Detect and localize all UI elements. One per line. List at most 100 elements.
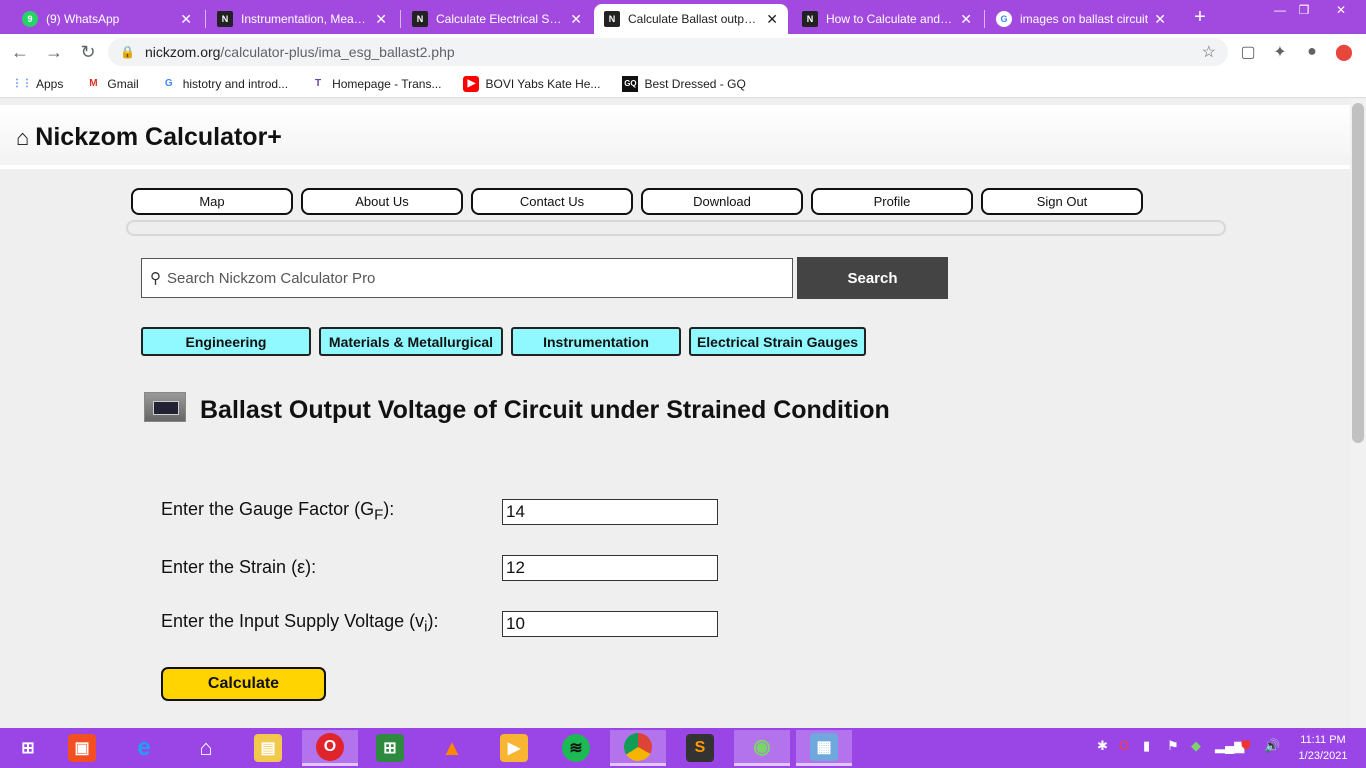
- apps-grid-icon: ⋮⋮: [12, 78, 32, 89]
- taskbar-media-player[interactable]: ▶: [486, 730, 542, 766]
- home-icon: ⌂: [16, 124, 30, 150]
- category-strain-gauges-button[interactable]: Electrical Strain Gauges: [689, 327, 866, 356]
- forward-arrow-icon[interactable]: →: [42, 40, 66, 64]
- site-brand[interactable]: ⌂ Nickzom Calculator+: [16, 123, 282, 152]
- vlc-cone-icon: ▲: [441, 735, 463, 760]
- nav-download-button[interactable]: Download: [641, 188, 803, 215]
- close-icon[interactable]: ✕: [375, 12, 387, 26]
- nav-contact-button[interactable]: Contact Us: [471, 188, 633, 215]
- tab-instrumentation[interactable]: N Instrumentation, Measur ✕: [207, 4, 397, 34]
- close-icon[interactable]: ✕: [960, 12, 972, 26]
- opera-tray-icon[interactable]: O: [1119, 738, 1129, 753]
- security-tray-icon[interactable]: ⚑: [1167, 738, 1179, 754]
- tab-whatsapp[interactable]: 9 (9) WhatsApp ✕: [12, 4, 202, 34]
- taskbar-store[interactable]: ⊞: [362, 730, 418, 766]
- extension-page-icon[interactable]: ▢: [1238, 42, 1258, 62]
- opera-icon: O: [316, 732, 344, 761]
- bookmark-homepage[interactable]: T Homepage - Trans...: [310, 76, 441, 92]
- supply-voltage-label: Enter the Input Supply Voltage (vi):: [161, 611, 439, 636]
- tab-title: Calculate Electrical Strain: [436, 12, 565, 26]
- tab-title: images on ballast circuit: [1020, 12, 1149, 26]
- close-icon[interactable]: ✕: [1154, 12, 1166, 26]
- nav-profile-button[interactable]: Profile: [811, 188, 973, 215]
- bookmark-youtube[interactable]: ▶ BOVI Yabs Kate He...: [463, 75, 600, 92]
- label-end: ):: [427, 611, 439, 631]
- chrome-icon: [624, 732, 652, 761]
- bookmark-history[interactable]: G histotry and introd...: [161, 76, 288, 92]
- search-input[interactable]: ⚲ Search Nickzom Calculator Pro: [141, 258, 793, 298]
- strain-input[interactable]: 12: [502, 555, 718, 581]
- lock-icon: 🔒: [120, 45, 135, 59]
- close-icon[interactable]: ✕: [570, 12, 582, 26]
- bookmark-gmail[interactable]: M Gmail: [85, 76, 139, 92]
- tab-google-images[interactable]: G images on ballast circuit ✕: [986, 4, 1176, 34]
- tab-separator: [984, 10, 985, 28]
- search-icon: ⚲: [150, 270, 161, 287]
- browser-toolbar: ← → ↻ 🔒 nickzom.org/calculator-plus/ima_…: [0, 34, 1366, 70]
- scrollbar-thumb[interactable]: [1352, 103, 1364, 443]
- bookmark-star-icon[interactable]: ☆: [1202, 42, 1216, 62]
- back-arrow-icon[interactable]: ←: [8, 40, 32, 64]
- taskbar-opera[interactable]: O: [302, 730, 358, 766]
- strain-label: Enter the Strain (ε):: [161, 557, 316, 578]
- close-icon[interactable]: ✕: [766, 12, 778, 26]
- taskbar-globe-app[interactable]: ◉: [734, 730, 790, 766]
- extensions-puzzle-icon[interactable]: ✦: [1270, 42, 1290, 62]
- taskbar-vlc[interactable]: ▲: [424, 730, 480, 766]
- taskbar-sublime[interactable]: S: [672, 730, 728, 766]
- update-icon[interactable]: ⬤: [1334, 42, 1354, 62]
- taskbar-spotify[interactable]: ≋: [548, 730, 604, 766]
- nav-map-button[interactable]: Map: [131, 188, 293, 215]
- nav-signout-button[interactable]: Sign Out: [981, 188, 1143, 215]
- volume-icon[interactable]: 🔊: [1264, 738, 1280, 754]
- globe-icon: ◉: [753, 736, 771, 758]
- tab-how-to-calculate[interactable]: N How to Calculate and So ✕: [792, 4, 982, 34]
- bookmark-apps[interactable]: ⋮⋮ Apps: [12, 76, 63, 92]
- category-materials-button[interactable]: Materials & Metallurgical: [319, 327, 503, 356]
- tab-ballast-output-active[interactable]: N Calculate Ballast output v ✕: [594, 4, 788, 34]
- battery-device-icon[interactable]: ▮: [1143, 738, 1150, 754]
- restore-icon[interactable]: ❐: [1292, 0, 1316, 20]
- page-scrollbar[interactable]: [1350, 99, 1366, 728]
- nav-about-button[interactable]: About Us: [301, 188, 463, 215]
- windows-taskbar: ⊞ ▣ e ⌂ ▤ O ⊞ ▲ ▶ ≋ S ◉ ▦ ✱ O ▮ ⚑ ◆ ▂▄▆ …: [0, 728, 1366, 768]
- gauge-factor-label: Enter the Gauge Factor (GF):: [161, 499, 394, 524]
- minimize-icon[interactable]: —: [1268, 0, 1292, 20]
- tab-electrical-strain[interactable]: N Calculate Electrical Strain ✕: [402, 4, 592, 34]
- internet-explorer-icon: e: [137, 734, 151, 761]
- network-tray-icon[interactable]: ◆: [1191, 738, 1201, 754]
- address-bar[interactable]: 🔒 nickzom.org/calculator-plus/ima_esg_ba…: [108, 38, 1228, 66]
- whatsapp-icon: 9: [22, 11, 38, 27]
- antivirus-tray-icon[interactable]: ⛊: [1241, 738, 1251, 754]
- bluetooth-icon[interactable]: ✱: [1097, 738, 1108, 754]
- taskbar-photos[interactable]: ▣: [54, 730, 110, 766]
- reload-icon[interactable]: ↻: [76, 40, 100, 64]
- search-button[interactable]: Search: [797, 257, 948, 299]
- bookmark-gq[interactable]: GQ Best Dressed - GQ: [622, 75, 746, 92]
- gauge-factor-input[interactable]: 14: [502, 499, 718, 525]
- supply-voltage-input[interactable]: 10: [502, 611, 718, 637]
- site-header: ⌂ Nickzom Calculator+: [0, 105, 1350, 169]
- label-text: Enter the Strain (ε):: [161, 557, 317, 577]
- taskbar-file-explorer[interactable]: ▤: [240, 730, 296, 766]
- taskbar-ie[interactable]: e: [116, 730, 172, 766]
- page-viewport: ⌂ Nickzom Calculator+ Map About Us Conta…: [0, 99, 1366, 728]
- brand-title: Nickzom Calculator+: [35, 123, 282, 151]
- taskbar-clock[interactable]: 11:11 PM 1/23/2021: [1290, 732, 1356, 764]
- category-engineering-button[interactable]: Engineering: [141, 327, 311, 356]
- calculate-button[interactable]: Calculate: [161, 667, 326, 701]
- taskbar-control-panel[interactable]: ▦: [796, 730, 852, 766]
- close-icon[interactable]: ✕: [180, 12, 192, 26]
- signal-bars-icon[interactable]: ▂▄▆: [1215, 738, 1244, 754]
- label-end: ):: [383, 499, 395, 519]
- start-button[interactable]: ⊞: [0, 730, 56, 766]
- taskbar-home[interactable]: ⌂: [178, 730, 234, 766]
- new-tab-button[interactable]: +: [1188, 6, 1212, 29]
- youtube-icon: ▶: [463, 75, 480, 92]
- category-instrumentation-button[interactable]: Instrumentation: [511, 327, 681, 356]
- profile-avatar-icon[interactable]: ●: [1302, 42, 1322, 62]
- tab-separator: [400, 10, 401, 28]
- window-close-icon[interactable]: ✕: [1316, 0, 1366, 20]
- bookmark-label: Gmail: [107, 76, 139, 91]
- taskbar-chrome[interactable]: [610, 730, 666, 766]
